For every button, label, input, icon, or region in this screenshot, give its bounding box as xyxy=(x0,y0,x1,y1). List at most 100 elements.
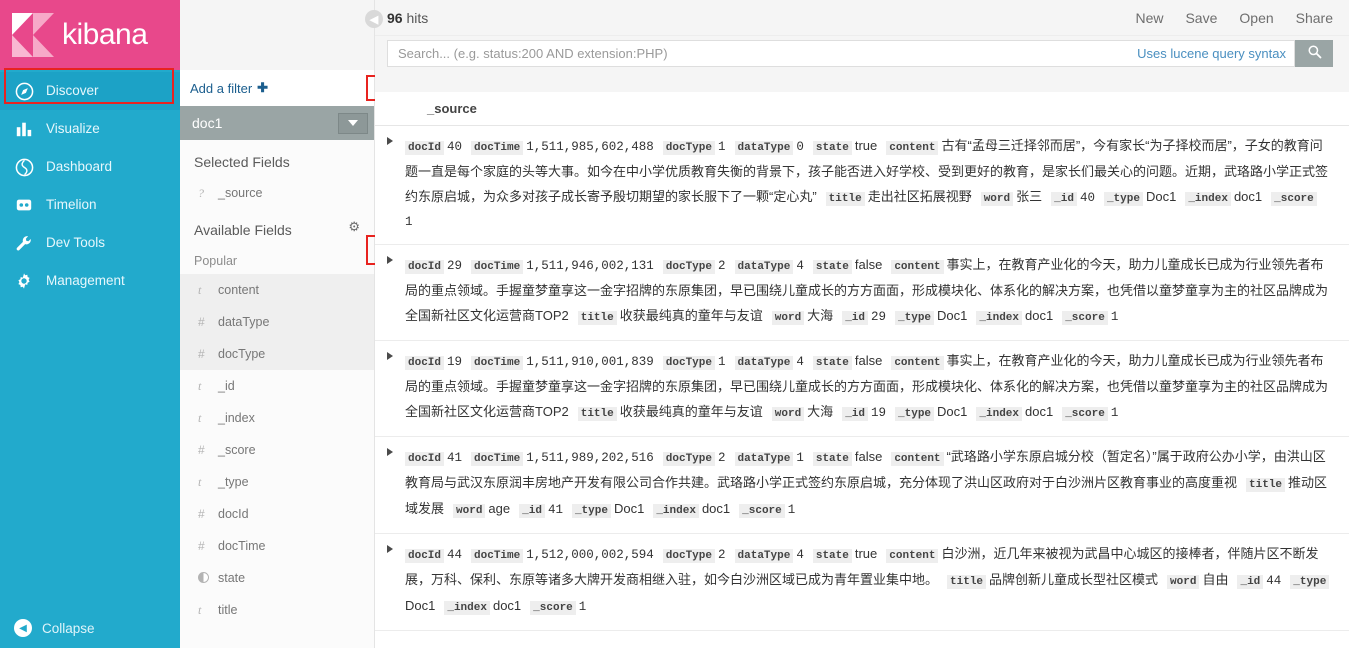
field-key: state xyxy=(812,549,852,563)
sidebar-item-discover[interactable]: Discover xyxy=(0,72,180,110)
expand-row-toggle[interactable] xyxy=(375,445,405,523)
field-value: 4 xyxy=(796,259,804,273)
field-item-doctime[interactable]: # docTime xyxy=(180,530,374,562)
sidebar-collapse-toggle[interactable]: ◀ xyxy=(365,10,383,28)
search-icon xyxy=(1307,44,1322,62)
brand-name: kibana xyxy=(62,18,148,51)
column-header-label: _source xyxy=(427,101,477,116)
share-button[interactable]: Share xyxy=(1296,10,1333,26)
field-value: 4 xyxy=(796,548,804,562)
field-item-index[interactable]: t _index xyxy=(180,402,374,434)
open-button[interactable]: Open xyxy=(1239,10,1273,26)
expand-row-toggle[interactable] xyxy=(375,253,405,330)
field-key: title xyxy=(825,192,865,206)
field-name: state xyxy=(218,571,246,585)
table-row[interactable]: docId 41 docTime 1,511,989,202,516 docType 2 d… xyxy=(375,437,1349,534)
chevron-down-icon[interactable] xyxy=(338,112,368,134)
field-value: 29 xyxy=(871,310,887,324)
bar-chart-icon xyxy=(14,119,34,139)
index-pattern-selector[interactable]: doc1 xyxy=(180,106,374,140)
field-value: 2 xyxy=(718,259,726,273)
field-value: false xyxy=(854,449,883,464)
field-item-docid[interactable]: # docId xyxy=(180,498,374,530)
add-filter-button[interactable]: Add a filter ✚ xyxy=(190,80,268,96)
field-value: 41 xyxy=(547,503,563,517)
field-key: _index xyxy=(444,601,490,615)
field-key: docId xyxy=(405,356,445,370)
field-value: 走出社区拓展视野 xyxy=(867,189,972,204)
sidebar-item-label: Timelion xyxy=(46,197,97,213)
timelion-icon xyxy=(14,195,34,215)
expand-row-toggle[interactable] xyxy=(375,134,405,234)
field-value: 1 xyxy=(718,355,726,369)
field-value: 44 xyxy=(447,548,463,562)
field-key: title xyxy=(577,311,617,325)
field-key: dataType xyxy=(734,549,794,563)
sidebar-item-timelion[interactable]: Timelion xyxy=(0,186,180,224)
field-name: docType xyxy=(218,347,266,361)
field-key: state xyxy=(812,141,852,155)
field-value: 4 xyxy=(796,355,804,369)
row-source: docId 41 docTime 1,511,989,202,516 docType 2 d… xyxy=(405,445,1349,523)
search-box[interactable]: Uses lucene query syntax xyxy=(387,39,1295,67)
field-value: 40 xyxy=(1079,191,1095,205)
row-source: docId 19 docTime 1,511,910,001,839 docType 1 d… xyxy=(405,349,1349,426)
main-panel: 96 hits New Save Open Share Uses lucene … xyxy=(365,0,1349,648)
field-settings-gear-icon[interactable]: ⚙ xyxy=(348,219,360,235)
table-row[interactable]: docId 19 docTime 1,511,910,001,839 docType 1 d… xyxy=(375,341,1349,437)
field-key: _id xyxy=(1051,192,1077,206)
field-key: _id xyxy=(842,407,868,421)
field-key: title xyxy=(577,407,617,421)
kibana-app: kibana Discover Visualize Dashboard Time… xyxy=(0,0,1349,648)
row-source: docId 44 docTime 1,512,000,002,594 docType 2 d… xyxy=(405,542,1349,620)
search-input[interactable] xyxy=(396,44,1138,62)
field-item-content[interactable]: t content xyxy=(180,274,374,306)
field-value: 29 xyxy=(447,259,463,273)
field-type-icon: # xyxy=(198,347,205,361)
table-row[interactable]: docId 44 docTime 1,512,000,002,594 docType 2 d… xyxy=(375,534,1349,631)
search-submit-button[interactable] xyxy=(1295,39,1333,67)
compass-icon xyxy=(14,81,34,101)
save-button[interactable]: Save xyxy=(1185,10,1217,26)
sidebar-item-dev-tools[interactable]: Dev Tools xyxy=(0,224,180,262)
field-key: _type xyxy=(1290,575,1330,589)
lucene-hint: Uses lucene query syntax xyxy=(1137,45,1286,61)
field-key: word xyxy=(453,504,486,518)
field-item-score[interactable]: # _score xyxy=(180,434,374,466)
field-key: title xyxy=(1246,478,1286,492)
table-row[interactable]: docId 40 docTime 1,511,985,602,488 docType 1 d… xyxy=(375,126,1349,245)
expand-row-toggle[interactable] xyxy=(375,349,405,426)
field-name: docTime xyxy=(218,539,266,553)
field-type-icon: ? xyxy=(198,185,204,200)
field-key: _type xyxy=(895,311,935,325)
expand-row-toggle[interactable] xyxy=(375,542,405,620)
field-value: 大海 xyxy=(807,308,834,323)
sidebar-item-management[interactable]: Management xyxy=(0,262,180,300)
collapse-nav-button[interactable]: ◀ Collapse xyxy=(0,608,180,648)
field-item-doctype[interactable]: # docType xyxy=(180,338,374,370)
field-item-id[interactable]: t _id xyxy=(180,370,374,402)
selected-field-source[interactable]: ? _source xyxy=(180,178,374,208)
field-value: 2 xyxy=(718,548,726,562)
field-item-state[interactable]: state xyxy=(180,562,374,594)
field-key: _score xyxy=(530,601,576,615)
add-filter-label: Add a filter xyxy=(190,80,253,96)
field-value: doc1 xyxy=(492,598,522,613)
new-button[interactable]: New xyxy=(1135,10,1163,26)
sidebar-item-dashboard[interactable]: Dashboard xyxy=(0,148,180,186)
left-nav: kibana Discover Visualize Dashboard Time… xyxy=(0,0,180,648)
table-row[interactable]: docId 29 docTime 1,511,946,002,131 docType 2 d… xyxy=(375,245,1349,341)
field-type-icon: # xyxy=(198,315,205,329)
field-key: docTime xyxy=(471,356,524,370)
field-item-type[interactable]: t _type xyxy=(180,466,374,498)
field-key: docType xyxy=(662,260,715,274)
field-key: _id xyxy=(519,504,545,518)
field-value: 44 xyxy=(1266,574,1282,588)
field-key: docId xyxy=(405,549,445,563)
field-item-title[interactable]: t title xyxy=(180,594,374,626)
field-value: true xyxy=(854,546,878,561)
sidebar-item-visualize[interactable]: Visualize xyxy=(0,110,180,148)
field-item-datatype[interactable]: # dataType xyxy=(180,306,374,338)
field-key: content xyxy=(891,260,944,274)
field-value: false xyxy=(854,257,883,272)
